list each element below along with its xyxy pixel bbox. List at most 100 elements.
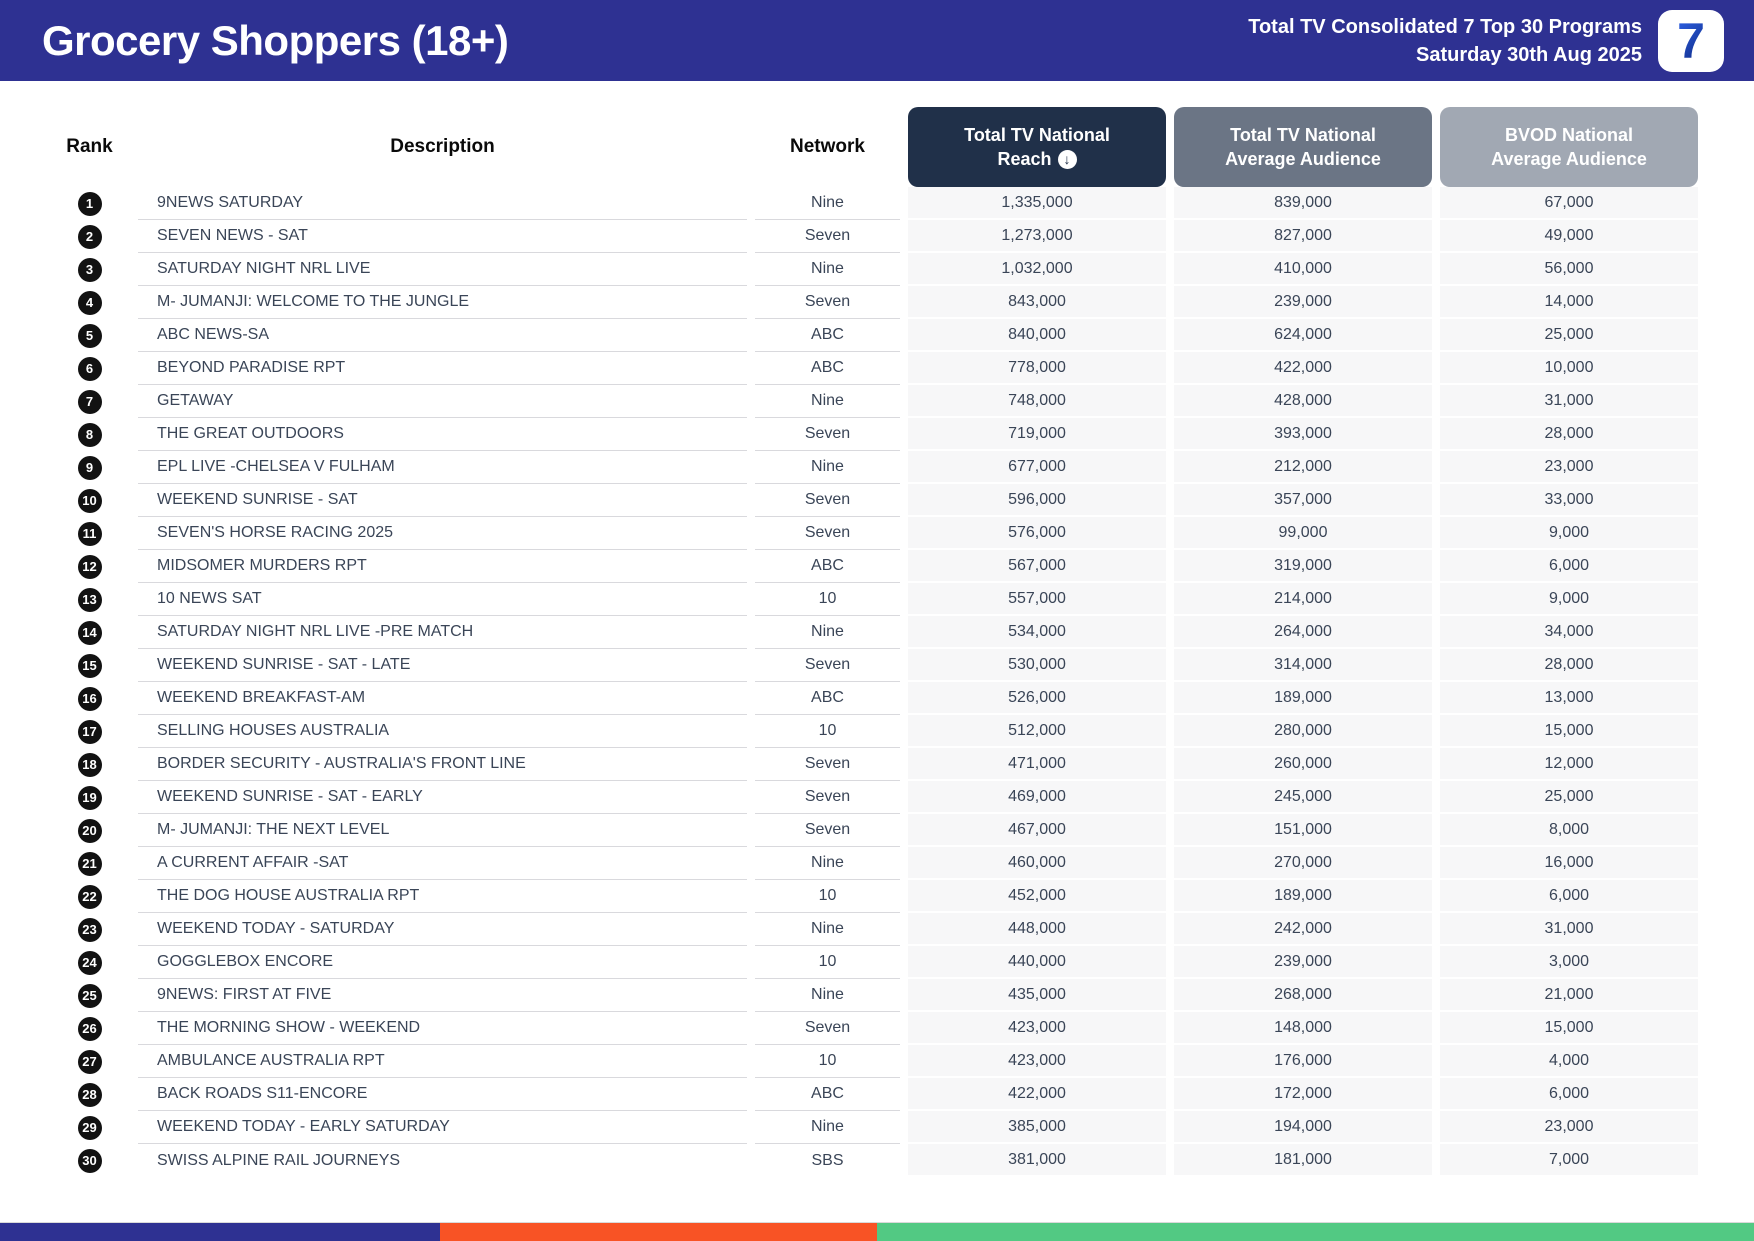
description-cell: WEEKEND SUNRISE - SAT - EARLY bbox=[138, 781, 747, 814]
total-tv-average-audience-cell: 239,000 bbox=[1174, 946, 1432, 979]
rank-cell: 25 bbox=[49, 979, 130, 1012]
rank-cell: 22 bbox=[49, 880, 130, 913]
total-tv-reach-cell: 423,000 bbox=[908, 1045, 1166, 1078]
description-cell: M- JUMANJI: WELCOME TO THE JUNGLE bbox=[138, 286, 747, 319]
network-cell: Seven bbox=[755, 649, 900, 682]
table-row: 25 9NEWS: FIRST AT FIVE Nine 435,000 268… bbox=[49, 979, 1699, 1012]
total-tv-reach-cell: 778,000 bbox=[908, 352, 1166, 385]
network-cell: 10 bbox=[755, 946, 900, 979]
total-tv-average-audience-cell: 239,000 bbox=[1174, 286, 1432, 319]
column-header-bvod-average-audience[interactable]: BVOD National Average Audience bbox=[1440, 107, 1698, 187]
description-cell: SEVEN NEWS - SAT bbox=[138, 220, 747, 253]
total-tv-average-audience-cell: 176,000 bbox=[1174, 1045, 1432, 1078]
description-cell: THE GREAT OUTDOORS bbox=[138, 418, 747, 451]
rank-badge: 24 bbox=[77, 950, 102, 975]
network-cell: Seven bbox=[755, 418, 900, 451]
bvod-average-audience-cell: 31,000 bbox=[1440, 385, 1698, 418]
description-cell: BEYOND PARADISE RPT bbox=[138, 352, 747, 385]
bvod-average-audience-cell: 10,000 bbox=[1440, 352, 1698, 385]
total-tv-average-audience-cell: 245,000 bbox=[1174, 781, 1432, 814]
rank-cell: 17 bbox=[49, 715, 130, 748]
bvod-average-audience-cell: 28,000 bbox=[1440, 418, 1698, 451]
total-tv-average-audience-cell: 410,000 bbox=[1174, 253, 1432, 286]
total-tv-reach-cell: 567,000 bbox=[908, 550, 1166, 583]
description-cell: ABC NEWS-SA bbox=[138, 319, 747, 352]
network-cell: Nine bbox=[755, 616, 900, 649]
rank-badge: 28 bbox=[77, 1082, 102, 1107]
rank-cell: 26 bbox=[49, 1012, 130, 1045]
total-tv-reach-cell: 460,000 bbox=[908, 847, 1166, 880]
table-row: 17 SELLING HOUSES AUSTRALIA 10 512,000 2… bbox=[49, 715, 1699, 748]
table-row: 5 ABC NEWS-SA ABC 840,000 624,000 25,000 bbox=[49, 319, 1699, 352]
total-tv-reach-cell: 448,000 bbox=[908, 913, 1166, 946]
footer-stripe bbox=[0, 1222, 1754, 1241]
rank-badge: 13 bbox=[77, 587, 102, 612]
rank-badge: 5 bbox=[77, 323, 102, 348]
top-banner: Grocery Shoppers (18+) Total TV Consolid… bbox=[0, 0, 1754, 81]
total-tv-average-audience-cell: 151,000 bbox=[1174, 814, 1432, 847]
table-row: 21 A CURRENT AFFAIR -SAT Nine 460,000 27… bbox=[49, 847, 1699, 880]
network-cell: Nine bbox=[755, 385, 900, 418]
rank-cell: 1 bbox=[49, 187, 130, 220]
total-tv-reach-cell: 534,000 bbox=[908, 616, 1166, 649]
total-tv-average-audience-cell: 148,000 bbox=[1174, 1012, 1432, 1045]
network-cell: Seven bbox=[755, 517, 900, 550]
network-cell: Seven bbox=[755, 781, 900, 814]
table-row: 10 WEEKEND SUNRISE - SAT Seven 596,000 3… bbox=[49, 484, 1699, 517]
total-tv-reach-cell: 512,000 bbox=[908, 715, 1166, 748]
total-tv-reach-cell: 1,335,000 bbox=[908, 187, 1166, 220]
rank-badge: 27 bbox=[77, 1049, 102, 1074]
bvod-average-audience-cell: 6,000 bbox=[1440, 880, 1698, 913]
column-header-rank: Rank bbox=[66, 136, 113, 157]
rank-badge: 11 bbox=[77, 521, 102, 546]
total-tv-average-audience-cell: 624,000 bbox=[1174, 319, 1432, 352]
table-row: 27 AMBULANCE AUSTRALIA RPT 10 423,000 17… bbox=[49, 1045, 1699, 1078]
rank-cell: 18 bbox=[49, 748, 130, 781]
rank-cell: 19 bbox=[49, 781, 130, 814]
sort-descending-icon[interactable]: ↓ bbox=[1057, 149, 1077, 169]
total-tv-reach-cell: 440,000 bbox=[908, 946, 1166, 979]
top30-table: Rank Description Network Total TV Nation… bbox=[49, 107, 1699, 1177]
bvod-average-audience-cell: 21,000 bbox=[1440, 979, 1698, 1012]
bvod-average-audience-cell: 49,000 bbox=[1440, 220, 1698, 253]
network-cell: Seven bbox=[755, 1012, 900, 1045]
column-header-total-tv-average-audience[interactable]: Total TV National Average Audience bbox=[1174, 107, 1432, 187]
table-row: 18 BORDER SECURITY - AUSTRALIA'S FRONT L… bbox=[49, 748, 1699, 781]
table-row: 26 THE MORNING SHOW - WEEKEND Seven 423,… bbox=[49, 1012, 1699, 1045]
rank-cell: 10 bbox=[49, 484, 130, 517]
rank-cell: 15 bbox=[49, 649, 130, 682]
bvod-average-audience-cell: 9,000 bbox=[1440, 583, 1698, 616]
bvod-average-audience-cell: 6,000 bbox=[1440, 550, 1698, 583]
table-row: 30 SWISS ALPINE RAIL JOURNEYS SBS 381,00… bbox=[49, 1144, 1699, 1177]
rank-badge: 30 bbox=[77, 1148, 102, 1173]
description-cell: BACK ROADS S11-ENCORE bbox=[138, 1078, 747, 1111]
bvod-average-audience-cell: 6,000 bbox=[1440, 1078, 1698, 1111]
network-cell: Nine bbox=[755, 451, 900, 484]
network-cell: Seven bbox=[755, 220, 900, 253]
network-cell: Seven bbox=[755, 286, 900, 319]
total-tv-reach-cell: 423,000 bbox=[908, 1012, 1166, 1045]
network-cell: ABC bbox=[755, 319, 900, 352]
description-cell: M- JUMANJI: THE NEXT LEVEL bbox=[138, 814, 747, 847]
total-tv-reach-cell: 381,000 bbox=[908, 1144, 1166, 1177]
rank-cell: 7 bbox=[49, 385, 130, 418]
rank-badge: 18 bbox=[77, 752, 102, 777]
network-cell: ABC bbox=[755, 550, 900, 583]
bvod-average-audience-cell: 56,000 bbox=[1440, 253, 1698, 286]
total-tv-reach-cell: 557,000 bbox=[908, 583, 1166, 616]
rank-badge: 4 bbox=[77, 290, 102, 315]
total-tv-reach-cell: 1,273,000 bbox=[908, 220, 1166, 253]
rank-cell: 11 bbox=[49, 517, 130, 550]
total-tv-average-audience-cell: 393,000 bbox=[1174, 418, 1432, 451]
column-header-total-tv-reach[interactable]: Total TV National Reach ↓ bbox=[908, 107, 1166, 187]
rank-badge: 10 bbox=[77, 488, 102, 513]
table-row: 15 WEEKEND SUNRISE - SAT - LATE Seven 53… bbox=[49, 649, 1699, 682]
table-row: 4 M- JUMANJI: WELCOME TO THE JUNGLE Seve… bbox=[49, 286, 1699, 319]
total-tv-average-audience-cell: 214,000 bbox=[1174, 583, 1432, 616]
bvod-average-audience-cell: 12,000 bbox=[1440, 748, 1698, 781]
rank-cell: 13 bbox=[49, 583, 130, 616]
total-tv-average-audience-cell: 319,000 bbox=[1174, 550, 1432, 583]
rank-badge: 3 bbox=[77, 257, 102, 282]
description-cell: 10 NEWS SAT bbox=[138, 583, 747, 616]
rank-badge: 26 bbox=[77, 1016, 102, 1041]
